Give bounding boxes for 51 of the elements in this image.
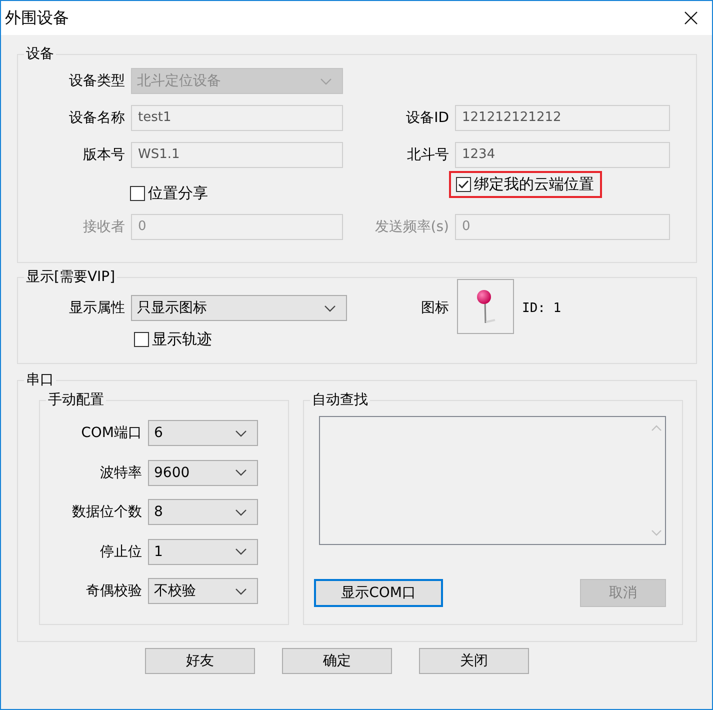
dropdown[interactable]: 只显示图标 — [131, 295, 347, 321]
field-label: COM端口 — [81, 424, 143, 442]
icon-preview[interactable] — [457, 279, 514, 334]
text-field[interactable]: 121212121212 — [455, 105, 670, 131]
field-label: 波特率 — [100, 464, 143, 482]
field-label: 发送频率(s) — [374, 218, 450, 236]
checkbox-label[interactable]: 位置分享 — [148, 184, 208, 203]
chevron-icon — [235, 548, 247, 555]
field-label: 设备类型 — [69, 72, 126, 90]
dropdown[interactable]: 1 — [148, 538, 258, 564]
dropdown[interactable]: 9600 — [148, 460, 258, 486]
dialog-button[interactable]: 确定 — [282, 648, 392, 674]
field-label: 北斗号 — [407, 146, 450, 164]
field-label: 版本号 — [83, 146, 126, 164]
field-label: 停止位 — [100, 542, 143, 560]
show-ports-button[interactable]: 显示COM口 — [314, 579, 443, 607]
group-title: 手动配置 — [47, 392, 105, 408]
dropdown[interactable]: 6 — [148, 420, 258, 446]
field-label: 接收者 — [83, 218, 126, 236]
group-title: 设备 — [25, 46, 55, 62]
chevron-icon — [320, 78, 332, 84]
field-label: 图标 — [421, 299, 450, 317]
dialog-button[interactable]: 好友 — [145, 648, 255, 674]
group-title: 显示[需要VIP] — [25, 269, 116, 285]
field-label: 奇偶校验 — [86, 582, 143, 600]
checkbox[interactable] — [130, 186, 145, 201]
chevron-icon — [235, 430, 247, 436]
close-icon[interactable] — [684, 11, 698, 25]
text-field[interactable]: 1234 — [455, 142, 670, 168]
field-label: 设备ID — [406, 109, 450, 127]
chevron-icon — [235, 508, 247, 516]
checkbox[interactable] — [456, 177, 471, 192]
checkbox-label[interactable]: 绑定我的云端位置 — [474, 175, 594, 194]
chevron-icon — [235, 588, 247, 594]
checkbox[interactable] — [134, 332, 149, 346]
checkbox-label[interactable]: 显示轨迹 — [152, 330, 212, 348]
group-title: 自动查找 — [311, 392, 369, 408]
dialog-button[interactable]: 关闭 — [419, 648, 529, 674]
text-field[interactable]: WS1.1 — [131, 142, 343, 168]
field-label: 显示属性 — [69, 299, 126, 317]
icon-id: ID: 1 — [521, 300, 562, 316]
field-label: 数据位个数 — [72, 503, 143, 521]
text-field[interactable]: test1 — [131, 105, 343, 131]
chevron-icon — [324, 304, 336, 312]
dropdown[interactable]: 不校验 — [148, 578, 258, 604]
group-title: 串口 — [25, 372, 55, 388]
chevron-icon — [235, 469, 247, 476]
pin-icon — [474, 288, 496, 324]
field-label: 设备名称 — [69, 109, 126, 127]
dropdown[interactable]: 8 — [148, 499, 258, 525]
window-title: 外围设备 — [5, 8, 69, 28]
